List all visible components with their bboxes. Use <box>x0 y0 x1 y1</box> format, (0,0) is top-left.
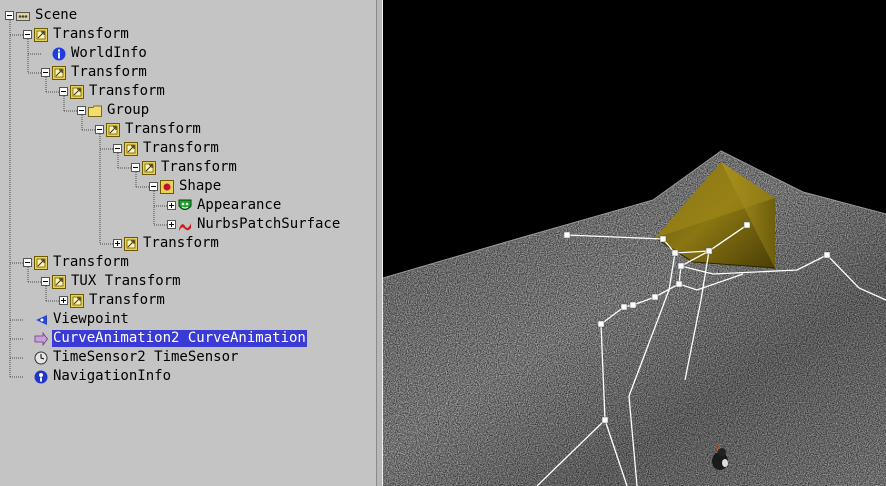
nurbs-icon <box>178 218 192 232</box>
tree-node[interactable]: NurbsPatchSurface <box>167 216 341 233</box>
expand-plus-icon[interactable] <box>59 296 68 305</box>
collapse-minus-icon[interactable] <box>113 144 122 153</box>
scene-tree-panel[interactable]: Scene Transform WorldInfo Transform Transfor… <box>0 0 376 486</box>
tree-node-label: Transform <box>161 159 237 175</box>
tree-node[interactable]: Scene <box>5 7 78 24</box>
tree-node-label: Scene <box>35 7 78 23</box>
collapse-minus-icon[interactable] <box>131 163 140 172</box>
scene-icon <box>16 9 30 23</box>
tree-node-label: Transform <box>71 64 147 80</box>
expand-plus-icon[interactable] <box>113 239 122 248</box>
tree-node[interactable]: TUX Transform <box>41 273 182 290</box>
tree-node[interactable]: Group <box>77 102 150 119</box>
collapse-minus-icon[interactable] <box>41 277 50 286</box>
transform-icon <box>34 27 48 42</box>
tree-node-label: Transform <box>89 83 165 99</box>
tree-node-label: Transform <box>143 235 219 251</box>
tree-node-label: CurveAnimation2 CurveAnimation <box>52 330 307 347</box>
collapse-minus-icon[interactable] <box>95 125 104 134</box>
tree-node[interactable]: Transform <box>113 140 220 157</box>
tree-node-label: Shape <box>179 178 222 194</box>
transform-icon <box>142 160 156 175</box>
tree-node[interactable]: TimeSensor2 TimeSensor <box>23 349 239 366</box>
navigation-info-icon <box>34 370 48 384</box>
collapse-minus-icon[interactable] <box>59 87 68 96</box>
tree-node-label: Transform <box>89 292 165 308</box>
tree-node[interactable]: Transform <box>59 292 166 309</box>
expand-plus-icon[interactable] <box>167 201 176 210</box>
tree-node-label: NurbsPatchSurface <box>197 216 341 232</box>
tree-node-label: TimeSensor2 TimeSensor <box>53 349 239 365</box>
tree-node[interactable]: NavigationInfo <box>23 368 172 385</box>
tree-node-label: Transform <box>53 254 129 270</box>
tree-node[interactable]: Transform <box>41 64 148 81</box>
tree-node[interactable]: Transform <box>113 235 220 252</box>
clock-icon <box>34 351 48 365</box>
tree-node-label: NavigationInfo <box>53 368 172 384</box>
folder-icon <box>88 104 102 118</box>
transform-icon <box>70 84 84 99</box>
tree-node[interactable]: Viewpoint <box>23 311 130 328</box>
tree-node-label: WorldInfo <box>71 45 147 61</box>
transform-icon <box>124 236 138 251</box>
collapse-minus-icon[interactable] <box>149 182 158 191</box>
tree-node-label: Transform <box>143 140 219 156</box>
appearance-icon <box>178 199 192 213</box>
tree-node-label: Group <box>107 102 150 118</box>
tree-node[interactable]: Transform <box>23 26 130 43</box>
tree-node[interactable]: Transform <box>59 83 166 100</box>
tree-node[interactable]: CurveAnimation2 CurveAnimation <box>23 330 307 347</box>
expand-plus-icon[interactable] <box>167 220 176 229</box>
transform-icon <box>124 141 138 156</box>
tree-node-label: Transform <box>125 121 201 137</box>
transform-icon <box>70 293 84 308</box>
collapse-minus-icon[interactable] <box>5 11 14 20</box>
transform-icon <box>52 65 66 80</box>
tree-node[interactable]: Shape <box>149 178 222 195</box>
3d-viewport[interactable] <box>383 0 886 486</box>
tree-node-label: TUX Transform <box>71 273 181 289</box>
transform-icon <box>106 122 120 137</box>
shape-icon <box>160 179 174 194</box>
terrain <box>383 150 886 486</box>
tree-node-label: Viewpoint <box>53 311 129 327</box>
viewpoint-icon <box>34 313 48 327</box>
panel-splitter[interactable] <box>376 0 383 486</box>
tree-node-label: Appearance <box>197 197 282 213</box>
collapse-minus-icon[interactable] <box>77 106 86 115</box>
collapse-minus-icon[interactable] <box>41 68 50 77</box>
transform-icon <box>52 274 66 289</box>
collapse-minus-icon[interactable] <box>23 258 32 267</box>
collapse-minus-icon[interactable] <box>23 30 32 39</box>
tree-node-label: Transform <box>53 26 129 42</box>
curve-animation-icon <box>34 331 48 346</box>
transform-icon <box>34 255 48 270</box>
tree-node[interactable]: Appearance <box>167 197 282 214</box>
info-icon <box>52 47 66 61</box>
tree-node[interactable]: Transform <box>23 254 130 271</box>
tree-node[interactable]: Transform <box>131 159 238 176</box>
tree-node[interactable]: Transform <box>95 121 202 138</box>
tree-node[interactable]: WorldInfo <box>41 45 148 62</box>
3d-scene-render <box>383 150 886 486</box>
